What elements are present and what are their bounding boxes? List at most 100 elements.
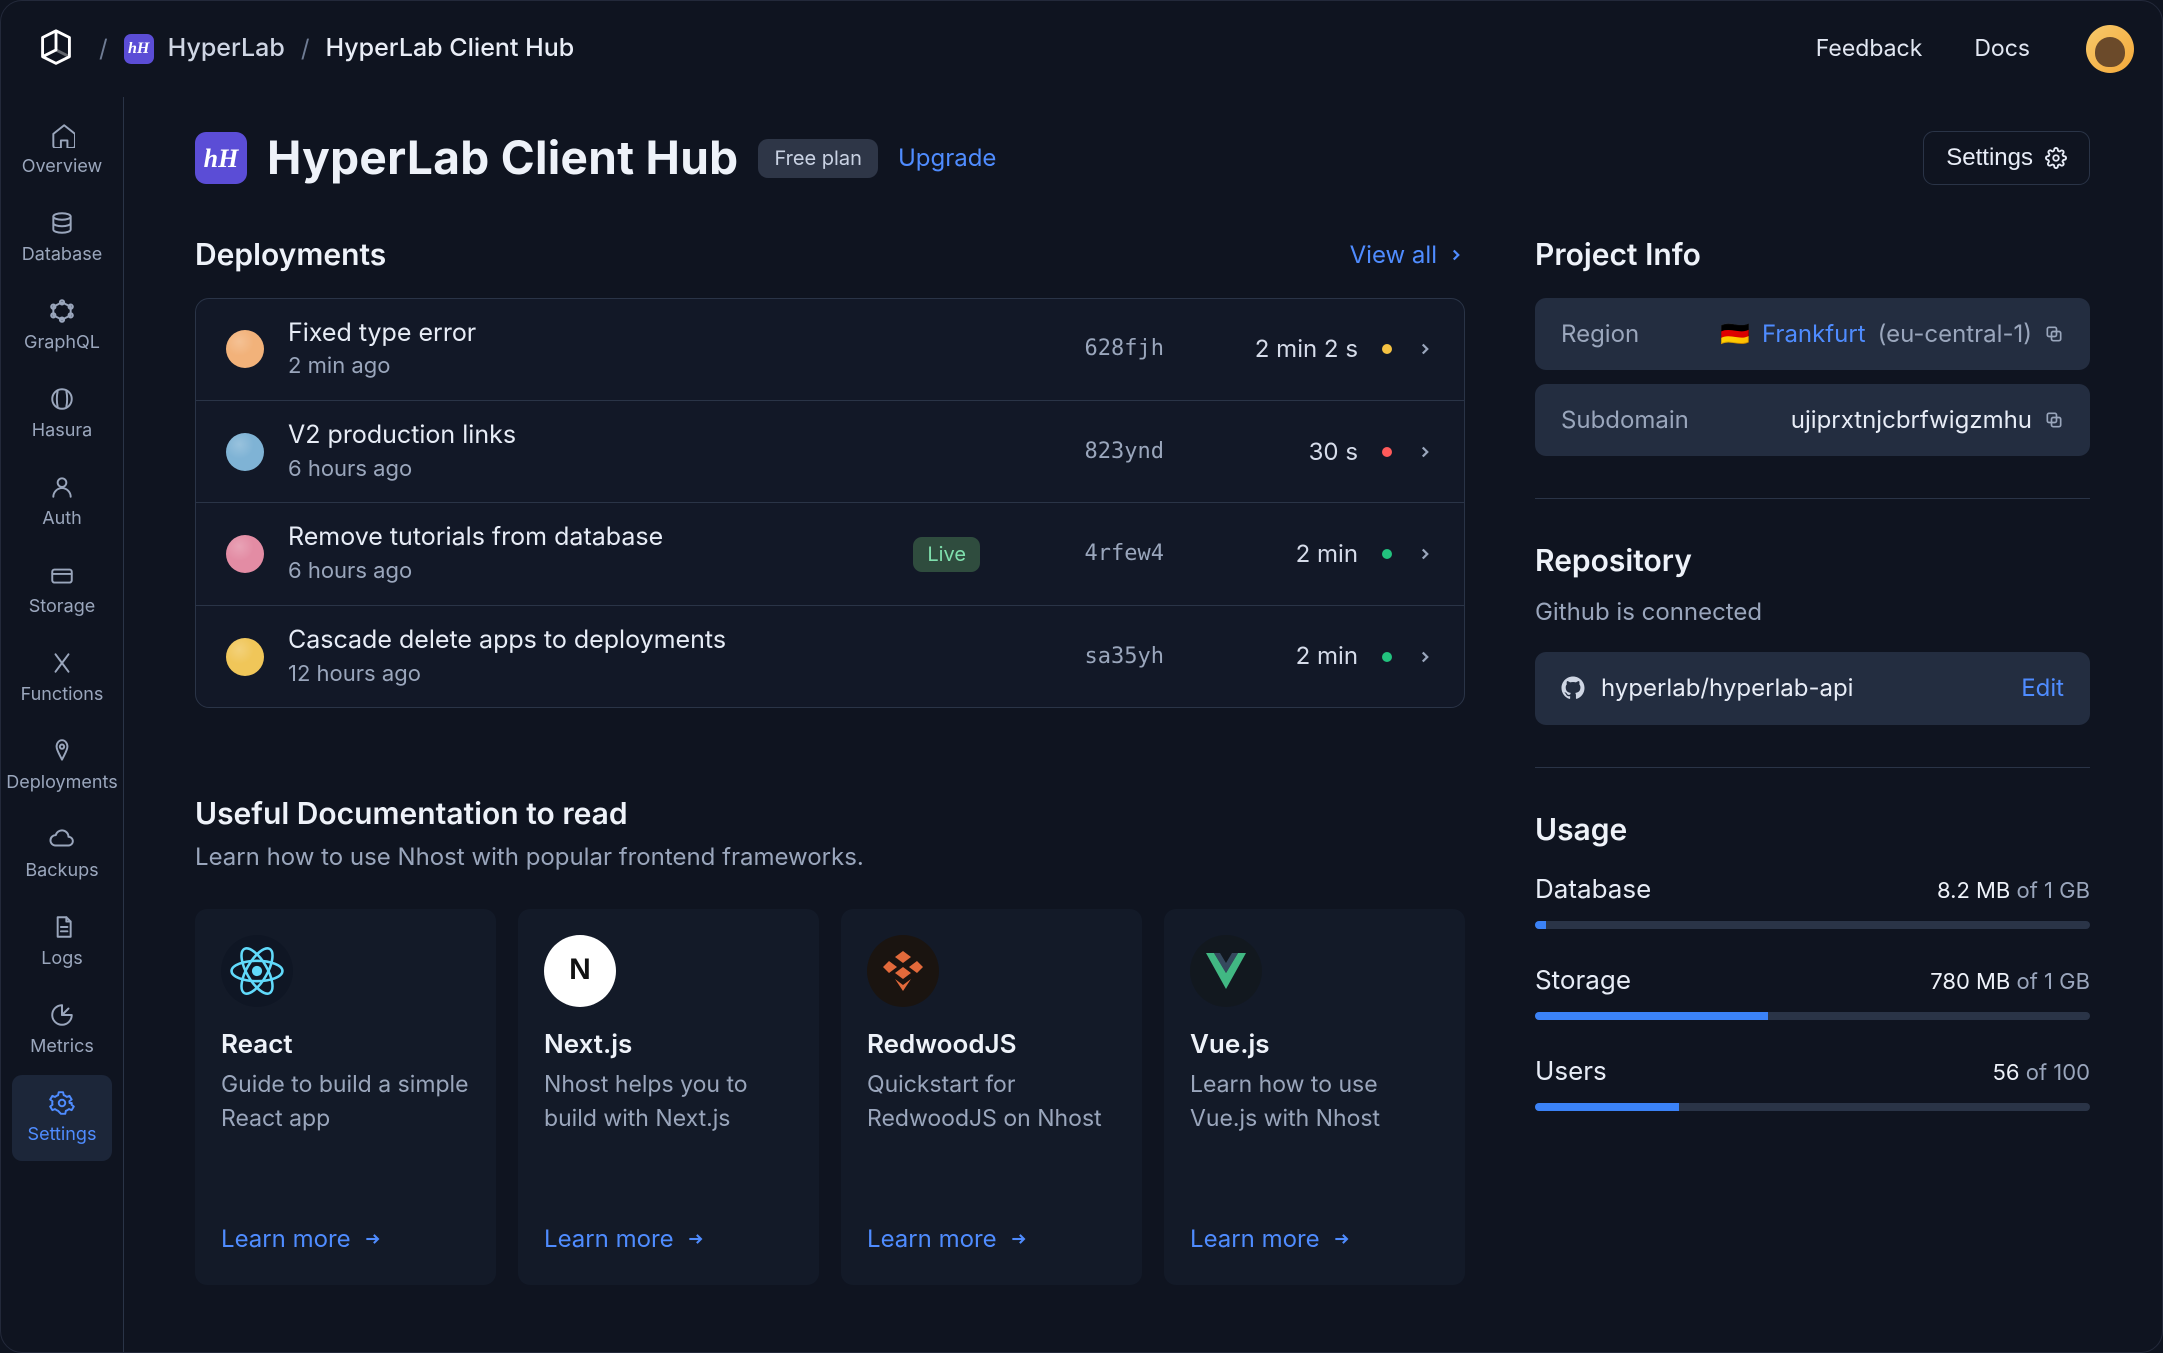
- doc-card-desc: Nhost helps you to build with Next.js: [544, 1068, 793, 1135]
- usage-item-users: Users 56 of 100: [1535, 1054, 2090, 1111]
- usage-title: Usage: [1535, 810, 2090, 851]
- vue-logo-icon: [1190, 935, 1262, 1007]
- doc-card-desc: Learn how to use Vue.js with Nhost: [1190, 1068, 1439, 1135]
- deployment-hash: 4rfew4: [1014, 539, 1164, 569]
- doc-card-vue[interactable]: Vue.js Learn how to use Vue.js with Nhos…: [1164, 909, 1465, 1285]
- docs-title: Useful Documentation to read: [195, 794, 1465, 835]
- commit-avatar: [226, 638, 264, 676]
- sidebar-item-database[interactable]: Database: [12, 195, 112, 281]
- brand-logo[interactable]: [29, 22, 83, 76]
- learn-more-label: Learn more: [867, 1223, 997, 1255]
- user-avatar[interactable]: [2086, 25, 2134, 73]
- breadcrumb-workspace[interactable]: hH HyperLab: [124, 32, 285, 66]
- sidebar-item-label: Storage: [29, 595, 95, 619]
- learn-more-label: Learn more: [544, 1223, 674, 1255]
- logs-icon: [48, 913, 76, 941]
- settings-label: Settings: [1946, 144, 2033, 172]
- sidebar-item-metrics[interactable]: Metrics: [12, 987, 112, 1073]
- storage-icon: [48, 561, 76, 589]
- repository-title: Repository: [1535, 541, 2090, 582]
- learn-more-link[interactable]: Learn more: [221, 1193, 470, 1255]
- topbar: / hH HyperLab / HyperLab Client Hub Feed…: [1, 1, 2162, 97]
- upgrade-link[interactable]: Upgrade: [898, 142, 996, 174]
- flag-de-icon: 🇩🇪: [1720, 318, 1750, 350]
- arrow-right-icon: [686, 1229, 706, 1249]
- breadcrumb-project[interactable]: HyperLab Client Hub: [325, 32, 574, 66]
- usage-list: Database 8.2 MB of 1 GB Storage 780 MB o…: [1535, 872, 2090, 1111]
- deployment-hash: 823ynd: [1014, 437, 1164, 467]
- content: hH HyperLab Client Hub Free plan Upgrade…: [123, 97, 2162, 1352]
- usage-of: of: [2017, 969, 2038, 995]
- settings-button[interactable]: Settings: [1923, 131, 2090, 185]
- commit-avatar: [226, 433, 264, 471]
- doc-card-name: Vue.js: [1190, 1027, 1439, 1062]
- breadcrumb-sep: /: [301, 33, 310, 65]
- sidebar-item-functions[interactable]: Functions: [12, 635, 112, 721]
- copy-icon[interactable]: [2044, 324, 2064, 344]
- status-dot-icon: [1382, 549, 1392, 559]
- view-all-link[interactable]: View all: [1350, 239, 1465, 271]
- learn-more-label: Learn more: [1190, 1223, 1320, 1255]
- arrow-right-icon: [1009, 1229, 1029, 1249]
- learn-more-link[interactable]: Learn more: [867, 1193, 1116, 1255]
- usage-item-database: Database 8.2 MB of 1 GB: [1535, 872, 2090, 929]
- doc-card-name: React: [221, 1027, 470, 1062]
- learn-more-link[interactable]: Learn more: [544, 1193, 793, 1255]
- next-logo-icon: N: [544, 935, 616, 1007]
- usage-name: Storage: [1535, 963, 1631, 998]
- deployment-title: V2 production links: [288, 419, 990, 453]
- react-logo-icon: [221, 935, 293, 1007]
- doc-card-next[interactable]: N Next.js Nhost helps you to build with …: [518, 909, 819, 1285]
- deployment-duration: 2 min 2 s: [1188, 333, 1358, 365]
- usage-name: Database: [1535, 872, 1651, 907]
- sidebar-item-hasura[interactable]: Hasura: [12, 371, 112, 457]
- chevron-right-icon: [1416, 648, 1434, 666]
- feedback-link[interactable]: Feedback: [1816, 33, 1923, 64]
- deployments-icon: [48, 737, 76, 765]
- deployment-row[interactable]: V2 production links 6 hours ago 823ynd 3…: [196, 400, 1464, 502]
- hasura-icon: [48, 385, 76, 413]
- deployments-list: Fixed type error 2 min ago 628fjh 2 min …: [195, 298, 1465, 709]
- breadcrumb-workspace-label: HyperLab: [168, 32, 285, 66]
- sidebar-item-overview[interactable]: Overview: [12, 107, 112, 193]
- deployment-duration: 30 s: [1188, 436, 1358, 468]
- sidebar-item-graphql[interactable]: GraphQL: [12, 283, 112, 369]
- deployment-row[interactable]: Remove tutorials from database 6 hours a…: [196, 502, 1464, 604]
- sidebar-item-settings[interactable]: Settings: [12, 1075, 112, 1161]
- arrow-right-icon: [1332, 1229, 1352, 1249]
- usage-bar-fill: [1535, 921, 1546, 929]
- usage-bar: [1535, 1103, 2090, 1111]
- learn-more-link[interactable]: Learn more: [1190, 1193, 1439, 1255]
- sidebar-item-auth[interactable]: Auth: [12, 459, 112, 545]
- usage-value: 56: [1993, 1060, 2020, 1086]
- copy-icon[interactable]: [2044, 410, 2064, 430]
- backups-icon: [48, 825, 76, 853]
- breadcrumb-sep: /: [99, 33, 108, 65]
- repository-edit-link[interactable]: Edit: [2021, 672, 2064, 704]
- sidebar-item-deployments[interactable]: Deployments: [12, 723, 112, 809]
- deployment-time: 6 hours ago: [288, 455, 990, 485]
- doc-card-react[interactable]: React Guide to build a simple React app …: [195, 909, 496, 1285]
- chevron-right-icon: [1416, 545, 1434, 563]
- docs-subtitle: Learn how to use Nhost with popular fron…: [195, 841, 1465, 873]
- chevron-right-icon: [1416, 443, 1434, 461]
- learn-more-label: Learn more: [221, 1223, 351, 1255]
- usage-limit: 1 GB: [2044, 969, 2090, 995]
- subdomain-row: Subdomain ujiprxtnjcbrfwigzmhu: [1535, 384, 2090, 456]
- sidebar-item-logs[interactable]: Logs: [12, 899, 112, 985]
- sidebar-item-storage[interactable]: Storage: [12, 547, 112, 633]
- usage-value: 780 MB: [1930, 969, 2010, 995]
- deployment-row[interactable]: Fixed type error 2 min ago 628fjh 2 min …: [196, 299, 1464, 400]
- region-city[interactable]: Frankfurt: [1762, 318, 1866, 350]
- commit-avatar: [226, 330, 264, 368]
- docs-link[interactable]: Docs: [1974, 33, 2030, 64]
- usage-bar-fill: [1535, 1012, 1768, 1020]
- overview-icon: [48, 121, 76, 149]
- doc-card-redwood[interactable]: RedwoodJS Quickstart for RedwoodJS on Nh…: [841, 909, 1142, 1285]
- status-dot-icon: [1382, 447, 1392, 457]
- deployment-row[interactable]: Cascade delete apps to deployments 12 ho…: [196, 605, 1464, 707]
- usage-bar-fill: [1535, 1103, 1679, 1111]
- deployment-title: Fixed type error: [288, 317, 990, 351]
- usage-of: of: [2026, 1060, 2047, 1086]
- sidebar-item-backups[interactable]: Backups: [12, 811, 112, 897]
